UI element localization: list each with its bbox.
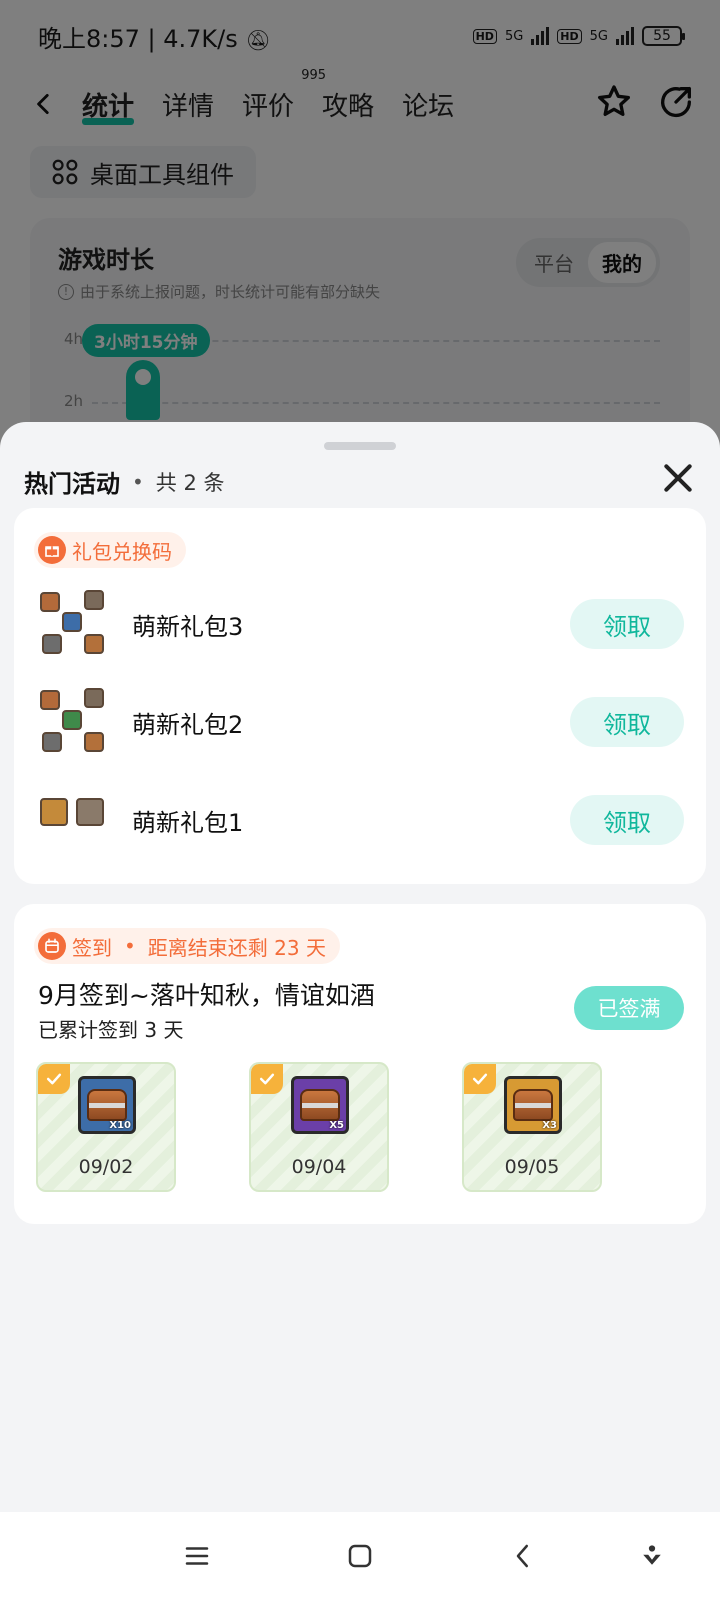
check-in-day[interactable]: X3 09/05	[462, 1062, 602, 1192]
gift-item: 萌新礼包3 领取	[38, 584, 684, 664]
check-in-date: 09/02	[78, 1156, 134, 1178]
gift-package-2-thumbnail	[38, 686, 110, 758]
check-in-status-button[interactable]: 已签满	[574, 986, 684, 1030]
check-in-day[interactable]: X5 09/04	[249, 1062, 389, 1192]
checkmark-icon	[251, 1064, 283, 1094]
checkmark-icon	[38, 1064, 70, 1094]
check-in-remaining: 距离结束还剩 23 天	[147, 935, 326, 960]
check-in-title: 9月签到~落叶知秋，情谊如酒	[38, 981, 375, 1010]
system-navigation-bar	[0, 1512, 720, 1600]
treasure-chest-icon: X10	[78, 1076, 136, 1134]
home-square-icon[interactable]	[340, 1536, 380, 1576]
gift-item: 萌新礼包2 领取	[38, 682, 684, 762]
gift-item: 萌新礼包1 领取	[38, 780, 684, 860]
check-in-day[interactable]: X10 09/02	[36, 1062, 176, 1192]
treasure-chest-icon: X3	[504, 1076, 562, 1134]
claim-button[interactable]: 领取	[570, 795, 684, 845]
assistant-icon[interactable]	[632, 1536, 672, 1576]
gift-code-card: 礼包兑换码 萌新礼包3 领取 萌新礼包2 领取 萌新礼包1 领取	[14, 508, 706, 884]
check-in-tag-label: 签到	[72, 935, 112, 960]
gift-name: 萌新礼包1	[132, 808, 244, 837]
gift-code-tag-label: 礼包兑换码	[72, 539, 172, 564]
check-in-progress: 已累计签到 3 天	[38, 1018, 184, 1042]
menu-icon[interactable]	[177, 1536, 217, 1576]
check-in-date: 09/05	[504, 1156, 560, 1178]
close-icon[interactable]	[658, 458, 698, 498]
check-in-card: 签到 • 距离结束还剩 23 天 9月签到~落叶知秋，情谊如酒 已累计签到 3 …	[14, 904, 706, 1224]
gift-name: 萌新礼包2	[132, 710, 244, 739]
sheet-count: 共 2 条	[155, 470, 225, 495]
check-in-date: 09/04	[291, 1156, 347, 1178]
gift-code-tag: 礼包兑换码	[34, 532, 186, 568]
claim-button[interactable]: 领取	[570, 599, 684, 649]
drag-handle[interactable]	[324, 442, 396, 450]
sheet-header: 热门活动 • 共 2 条	[24, 464, 225, 499]
sheet-title: 热门活动	[24, 470, 120, 498]
treasure-chest-icon: X5	[291, 1076, 349, 1134]
calendar-icon	[38, 932, 66, 960]
hot-activities-sheet: 热门活动 • 共 2 条 礼包兑换码 萌新礼包3 领取 萌新礼包2 领取 萌新礼…	[0, 422, 720, 1512]
gift-icon	[38, 536, 66, 564]
gift-name: 萌新礼包3	[132, 612, 244, 641]
claim-button[interactable]: 领取	[570, 697, 684, 747]
checkmark-icon	[464, 1064, 496, 1094]
check-in-tag: 签到 • 距离结束还剩 23 天	[34, 928, 340, 964]
back-icon[interactable]	[503, 1536, 543, 1576]
gift-package-3-thumbnail	[38, 588, 110, 660]
gift-package-1-thumbnail	[38, 784, 110, 856]
